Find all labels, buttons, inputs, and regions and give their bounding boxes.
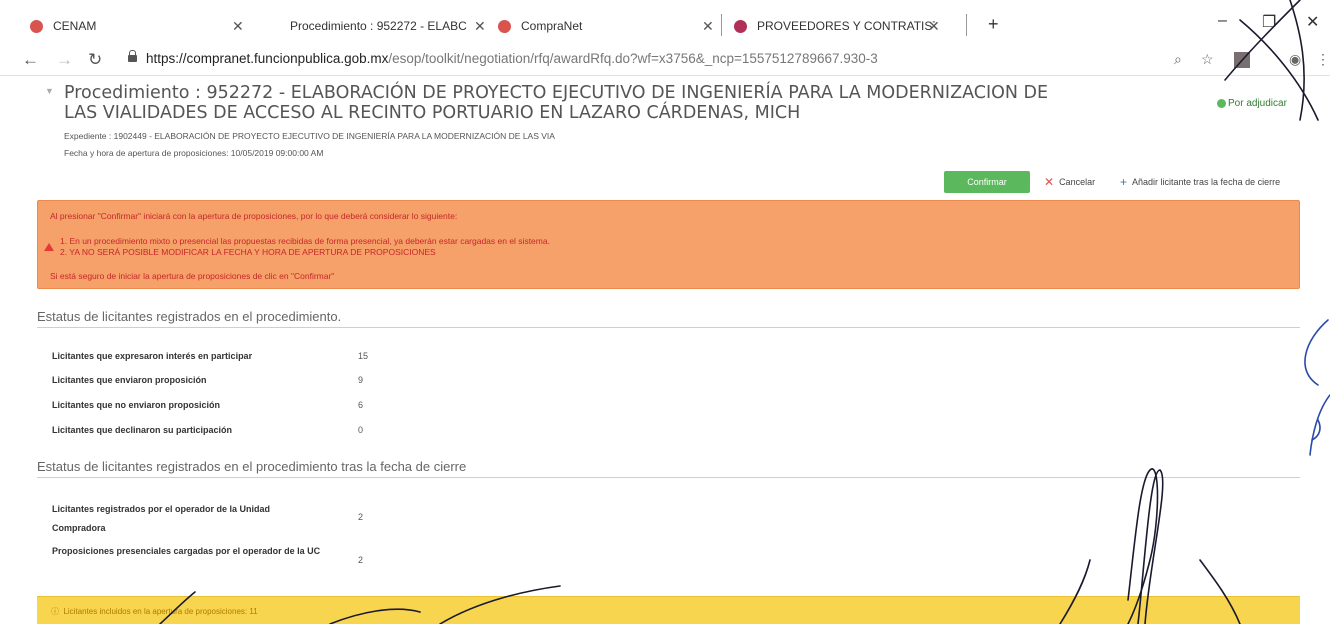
cancel-label: Cancelar bbox=[1059, 177, 1096, 187]
cancel-x-icon: ✕ bbox=[1044, 175, 1055, 189]
close-tab-icon[interactable]: ✕ bbox=[232, 18, 244, 35]
back-icon[interactable]: ← bbox=[22, 50, 39, 70]
cenam-favicon-icon bbox=[30, 19, 43, 33]
url-path: /esop/toolkit/negotiation/rfq/awardRfq.d… bbox=[388, 51, 878, 66]
ink-stroke-blue bbox=[1304, 319, 1329, 386]
zoom-icon[interactable]: ⌕ bbox=[1174, 51, 1182, 68]
url-host: https://compranet.funcionpublica.gob.mx bbox=[146, 51, 389, 66]
minimize-icon[interactable]: – bbox=[1218, 12, 1227, 30]
row-label-sent: Licitantes que enviaron proposición bbox=[52, 375, 207, 385]
row-label-not-sent: Licitantes que no enviaron proposición bbox=[52, 400, 221, 410]
proveedores-favicon-icon bbox=[734, 19, 747, 33]
compranet-favicon-icon bbox=[498, 19, 511, 33]
row-label-in-person-uploaded: Proposiciones presenciales cargadas por … bbox=[52, 546, 321, 556]
profile-icon[interactable]: ◉ bbox=[1289, 51, 1301, 68]
row-value-interest: 15 bbox=[358, 351, 369, 361]
tab-title: CENAM bbox=[53, 19, 97, 33]
close-window-icon[interactable]: ✕ bbox=[1306, 12, 1319, 32]
tab-cenam[interactable]: CENAM ✕ bbox=[30, 14, 244, 38]
close-tab-icon[interactable]: ✕ bbox=[474, 18, 486, 35]
row-value-operator-registered: 2 bbox=[358, 512, 364, 522]
tab-title: CompraNet bbox=[521, 19, 583, 33]
reload-icon[interactable]: ↻ bbox=[88, 50, 102, 70]
menu-icon[interactable]: ⋮ bbox=[1316, 51, 1330, 68]
row-label-declined: Licitantes que declinaron su participaci… bbox=[52, 425, 233, 435]
close-tab-icon[interactable]: ✕ bbox=[702, 18, 714, 35]
warning-outro: Si está seguro de iniciar la apertura de… bbox=[50, 271, 335, 281]
warning-item-1: 1. En un procedimiento mixto o presencia… bbox=[60, 236, 550, 246]
row-label-interest: Licitantes que expresaron interés en par… bbox=[52, 351, 253, 361]
row-value-declined: 0 bbox=[358, 425, 364, 435]
status-text: Por adjudicar bbox=[1228, 98, 1287, 109]
confirm-button[interactable]: Confirmar bbox=[944, 171, 1030, 193]
section-divider bbox=[37, 327, 1300, 328]
row-value-in-person-uploaded: 2 bbox=[358, 555, 364, 565]
add-bidder-label: Añadir licitante tras la fecha de cierre bbox=[1132, 177, 1281, 187]
ink-stroke-blue bbox=[1311, 419, 1321, 441]
tab-compranet[interactable]: CompraNet ✕ bbox=[498, 14, 714, 38]
row-label-operator-registered: Licitantes registrados por el operador d… bbox=[52, 504, 271, 533]
close-tab-icon[interactable]: ✕ bbox=[928, 18, 940, 35]
fecha-apertura-text: Fecha y hora de apertura de proposicione… bbox=[64, 148, 324, 158]
info-banner-text: ⓘ Licitantes incluidos en la apertura de… bbox=[51, 607, 258, 616]
warning-alert: Al presionar "Confirmar" iniciará con la… bbox=[37, 200, 1300, 289]
address-bar: ← → ↻ https://compranet.funcionpublica.g… bbox=[0, 44, 1330, 76]
add-bidder-button[interactable]: + Añadir licitante tras la fecha de cier… bbox=[1120, 171, 1280, 193]
browser-tab-bar: CENAM ✕ Procedimiento : 952272 - ELABC ✕… bbox=[0, 0, 1330, 44]
warning-item-2: 2. YA NO SERÁ POSIBLE MODIFICAR LA FECHA… bbox=[60, 247, 436, 257]
extension-icon[interactable] bbox=[1234, 52, 1250, 68]
info-banner-label: Licitantes incluidos en la apertura de p… bbox=[63, 607, 258, 616]
section-title-registered: Estatus de licitantes registrados en el … bbox=[37, 309, 342, 324]
tab-title: Procedimiento : 952272 - ELABC bbox=[290, 19, 467, 33]
lock-icon bbox=[128, 50, 137, 62]
expediente-text: Expediente : 1902449 - ELABORACIÓN DE PR… bbox=[64, 131, 555, 141]
url-field[interactable]: https://compranet.funcionpublica.gob.mx/… bbox=[146, 51, 878, 66]
row-value-not-sent: 6 bbox=[358, 400, 364, 410]
forward-icon[interactable]: → bbox=[56, 50, 73, 70]
tab-proveedores[interactable]: PROVEEDORES Y CONTRATISTAS ✕ bbox=[734, 14, 940, 38]
cancel-button[interactable]: ✕ Cancelar bbox=[1044, 171, 1095, 193]
row-value-sent: 9 bbox=[358, 375, 364, 385]
page-title: Procedimiento : 952272 - ELABORACIÓN DE … bbox=[64, 83, 1049, 123]
section-title-after-close: Estatus de licitantes registrados en el … bbox=[37, 459, 467, 474]
warning-intro: Al presionar "Confirmar" iniciará con la… bbox=[50, 211, 458, 221]
status-badge: Por adjudicar bbox=[1217, 98, 1287, 109]
collapse-caret-icon[interactable]: ▼ bbox=[45, 86, 54, 96]
tab-separator bbox=[966, 14, 967, 36]
tab-procedimiento[interactable]: Procedimiento : 952272 - ELABC ✕ bbox=[290, 14, 486, 38]
new-tab-button[interactable]: + bbox=[988, 14, 999, 35]
section-divider bbox=[37, 477, 1300, 478]
info-banner: ⓘ Licitantes incluidos en la apertura de… bbox=[37, 596, 1300, 624]
bookmark-star-icon[interactable]: ☆ bbox=[1201, 51, 1214, 68]
warning-icon bbox=[44, 243, 54, 251]
status-dot-icon bbox=[1217, 99, 1226, 108]
tab-separator bbox=[721, 14, 722, 36]
maximize-icon[interactable]: ❐ bbox=[1262, 12, 1276, 32]
tab-title: PROVEEDORES Y CONTRATISTAS bbox=[757, 19, 935, 33]
ink-stroke-blue bbox=[1309, 394, 1330, 456]
plus-icon: + bbox=[1120, 175, 1128, 189]
